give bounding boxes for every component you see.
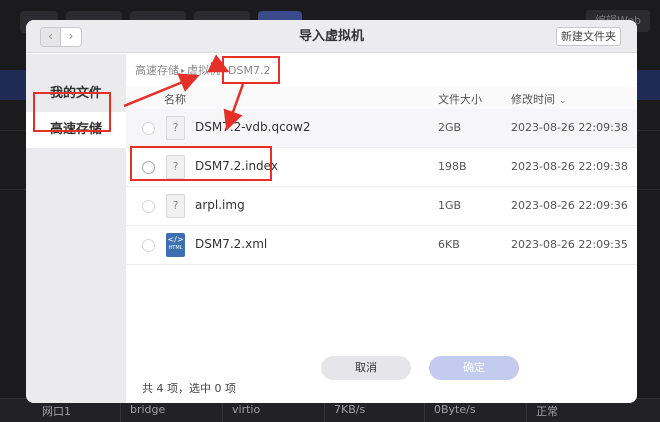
import-vm-dialog: 导入虚拟机 ‹ › 新建文件夹 我的文件 高速存储 高速存储 ▸ 虚拟机 ▸ DSM7.… [26, 20, 637, 403]
selection-status: 共 4 项，选中 0 项 [142, 382, 236, 395]
file-browser: 高速存储 ▸ 虚拟机 ▸ DSM7.2 名称 文件大小 修改时间 ⌄ ? DSM7.2-v… [126, 54, 637, 403]
file-size: 2GB [438, 121, 462, 134]
column-header-name[interactable]: 名称 [164, 91, 186, 107]
file-name: DSM7.2-vdb.qcow2 [195, 120, 311, 134]
select-radio[interactable] [142, 200, 155, 213]
file-list-header: 名称 文件大小 修改时间 ⌄ [126, 87, 637, 109]
file-modified: 2023-08-26 22:09:38 [511, 160, 628, 173]
file-name: arpl.img [195, 198, 245, 212]
select-radio[interactable] [142, 122, 155, 135]
history-nav: ‹ › [40, 27, 82, 47]
select-radio[interactable] [142, 239, 155, 252]
background-cell: 0Byte/s [434, 403, 476, 416]
background-cell: bridge [130, 403, 166, 416]
dialog-title: 导入虚拟机 [298, 29, 364, 44]
file-modified: 2023-08-26 22:09:35 [511, 238, 628, 251]
dialog-titlebar: 导入虚拟机 ‹ › 新建文件夹 [26, 20, 637, 53]
file-row[interactable]: ? arpl.img 1GB 2023-08-26 22:09:36 [126, 187, 637, 226]
annotation-box-breadcrumb [222, 56, 280, 84]
annotation-box-sidebar [33, 92, 111, 132]
background-cell: 网口1 [42, 405, 71, 418]
cancel-button[interactable]: 取消 [321, 356, 411, 380]
file-size: 1GB [438, 199, 462, 212]
file-size: 198B [438, 160, 467, 173]
file-modified: 2023-08-26 22:09:38 [511, 121, 628, 134]
background-cell: virtio [232, 403, 261, 416]
annotation-box-file [130, 146, 272, 181]
chevron-right-icon[interactable]: › [61, 28, 81, 46]
background-cell: 正常 [536, 405, 558, 418]
column-header-modified[interactable]: 修改时间 ⌄ [511, 91, 567, 107]
column-header-size[interactable]: 文件大小 [438, 91, 482, 107]
background-cell: 7KB/s [334, 403, 366, 416]
file-modified: 2023-08-26 22:09:36 [511, 199, 628, 212]
confirm-button[interactable]: 确定 [429, 356, 519, 380]
chevron-right-icon: ▸ [181, 66, 186, 75]
breadcrumb-item[interactable]: 高速存储 [135, 62, 179, 78]
unknown-file-icon: ? [166, 116, 185, 140]
chevron-left-icon[interactable]: ‹ [41, 28, 61, 46]
html-file-icon: </> HTML [166, 233, 185, 257]
breadcrumb-item[interactable]: 虚拟机 [187, 62, 220, 78]
file-row[interactable]: ? DSM7.2-vdb.qcow2 2GB 2023-08-26 22:09:… [126, 109, 637, 148]
column-header-modified-label: 修改时间 [511, 93, 555, 106]
file-size: 6KB [438, 238, 460, 251]
file-name: DSM7.2.xml [195, 237, 268, 251]
chevron-down-icon: ⌄ [559, 96, 567, 106]
unknown-file-icon: ? [166, 194, 185, 218]
new-folder-button[interactable]: 新建文件夹 [556, 27, 621, 46]
file-row[interactable]: </> HTML DSM7.2.xml 6KB 2023-08-26 22:09:… [126, 226, 637, 265]
